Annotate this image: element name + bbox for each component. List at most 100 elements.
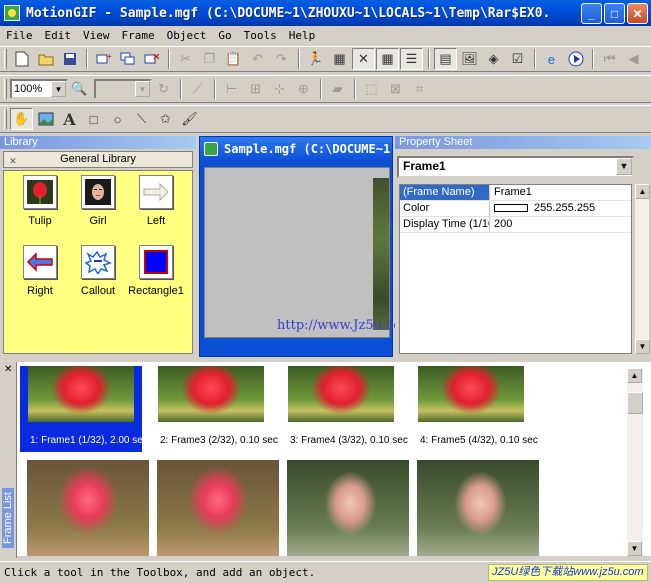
property-scrollbar[interactable]: ▲ ▼ (634, 184, 650, 354)
cut-icon[interactable]: ✂ (174, 48, 197, 70)
bring-front-icon[interactable]: ▰ (326, 78, 349, 100)
scroll-up-icon[interactable]: ▲ (635, 184, 650, 199)
frame-item[interactable] (410, 460, 539, 556)
brush-tool-icon[interactable]: 🖌 (178, 108, 201, 130)
align-middle-icon[interactable]: ⊹ (268, 78, 291, 100)
menu-file[interactable]: File (0, 29, 39, 42)
hand-tool-icon[interactable]: ✋ (10, 108, 33, 130)
frame-item[interactable]: 2: Frame3 (2/32), 0.10 sec (150, 366, 278, 452)
rotate-icon[interactable]: ↻ (152, 78, 175, 100)
property-sheet-icon[interactable]: ▤ (434, 48, 457, 70)
image-tool-icon[interactable] (34, 108, 57, 130)
menu-object[interactable]: Object (161, 29, 213, 42)
maximize-button[interactable]: □ (604, 3, 625, 24)
close-button[interactable]: ✕ (627, 3, 648, 24)
previous-frame-icon[interactable]: ◀ (622, 48, 645, 70)
group-icon[interactable]: ⬚ (360, 78, 383, 100)
menu-tools[interactable]: Tools (238, 29, 283, 42)
object-select-value: Frame1 (403, 159, 446, 173)
close-icon[interactable]: ✕ (8, 154, 18, 166)
color-swatch[interactable] (494, 204, 528, 213)
frame-item[interactable]: 3: Frame4 (3/32), 0.10 sec (280, 366, 408, 452)
frame-canvas-image[interactable] (373, 178, 389, 330)
frame-item[interactable] (20, 460, 149, 556)
app-icon[interactable] (4, 5, 20, 21)
property-row-display-time[interactable]: Display Time (1/10 200 (400, 217, 631, 233)
palette-icon[interactable]: ◈ (482, 48, 505, 70)
line-tool-icon[interactable]: ⟍ (130, 108, 153, 130)
toolbar-grip[interactable] (4, 109, 7, 129)
chevron-down-icon[interactable]: ▼ (135, 81, 150, 97)
library-item-girl[interactable]: Girl (70, 175, 126, 227)
arrange-icon[interactable]: ⌗ (408, 78, 431, 100)
copy-icon[interactable]: ❐ (198, 48, 221, 70)
ellipse-tool-icon[interactable]: ○ (106, 108, 129, 130)
object-select[interactable]: Frame1 ▼ (397, 156, 634, 178)
menu-go[interactable]: Go (212, 29, 237, 42)
frame-item[interactable] (280, 460, 409, 556)
browser-preview-icon[interactable]: e (540, 48, 563, 70)
rectangle-tool-icon[interactable]: □ (82, 108, 105, 130)
menu-view[interactable]: View (77, 29, 116, 42)
first-frame-icon[interactable]: ⏮ (598, 48, 621, 70)
zoom-select[interactable]: 100% ▼ (10, 79, 68, 99)
scroll-down-icon[interactable]: ▼ (627, 541, 642, 556)
general-library-tab[interactable]: ✕ General Library (3, 151, 193, 168)
close-icon[interactable]: ✕ (4, 364, 12, 375)
frame-item[interactable] (150, 460, 279, 556)
library-item-tulip[interactable]: Tulip (12, 175, 68, 227)
menu-edit[interactable]: Edit (39, 29, 78, 42)
duplicate-frame-icon[interactable] (116, 48, 139, 70)
menu-frame[interactable]: Frame (116, 29, 161, 42)
library-item-rectangle1[interactable]: Rectangle1 (128, 245, 184, 297)
library-item-right[interactable]: Right (12, 245, 68, 297)
open-folder-icon[interactable] (34, 48, 57, 70)
list-view-icon[interactable]: ☰ (400, 48, 423, 70)
font-select[interactable]: ▼ (94, 79, 152, 99)
frame-item[interactable]: 4: Frame5 (4/32), 0.10 sec (410, 366, 538, 452)
toolbar-grip[interactable] (4, 79, 7, 99)
property-row-color[interactable]: Color 255.255.255 (400, 201, 631, 217)
transform-icon[interactable]: ⟋ (186, 78, 209, 100)
ungroup-icon[interactable]: ⊠ (384, 78, 407, 100)
undo-icon[interactable]: ↶ (246, 48, 269, 70)
scroll-up-icon[interactable]: ▲ (627, 368, 642, 383)
frame-list-scrollbar[interactable]: ▲ ▼ (627, 368, 643, 556)
image-icon[interactable]: 🖼 (458, 48, 481, 70)
new-file-icon[interactable] (10, 48, 33, 70)
redo-icon[interactable]: ↷ (270, 48, 293, 70)
scroll-thumb[interactable] (627, 392, 643, 414)
chevron-down-icon[interactable]: ▼ (616, 158, 632, 175)
paste-icon[interactable]: 📋 (222, 48, 245, 70)
delete-frame-icon[interactable] (140, 48, 163, 70)
document-title-bar[interactable]: Sample.mgf (C:\DOCUME~1 (200, 137, 392, 161)
chevron-down-icon[interactable]: ▼ (51, 81, 66, 97)
minimize-button[interactable]: _ (581, 3, 602, 24)
text-tool-icon[interactable]: A (58, 108, 81, 130)
thumbnail-view-icon[interactable]: ▦ (376, 48, 399, 70)
menu-help[interactable]: Help (283, 29, 322, 42)
scroll-down-icon[interactable]: ▼ (635, 339, 650, 354)
play-icon[interactable] (564, 48, 587, 70)
align-target-icon[interactable]: ⊕ (292, 78, 315, 100)
grid-icon[interactable]: ▦ (328, 48, 351, 70)
align-left-icon[interactable]: ⊢ (220, 78, 243, 100)
tools-icon[interactable]: ✕ (352, 48, 375, 70)
run-animation-icon[interactable]: 🏃 (304, 48, 327, 70)
property-value[interactable]: Frame1 (490, 185, 532, 200)
canvas-area[interactable] (204, 167, 390, 338)
toolbar-grip[interactable] (4, 49, 7, 69)
library-item-callout[interactable]: Callout (70, 245, 126, 297)
frame-thumbnail (158, 366, 264, 422)
save-icon[interactable] (58, 48, 81, 70)
add-frame-icon[interactable]: + (92, 48, 115, 70)
align-center-icon[interactable]: ⊞ (244, 78, 267, 100)
checklist-icon[interactable]: ☑ (506, 48, 529, 70)
property-row-frame-name[interactable]: (Frame Name) Frame1 (400, 185, 631, 201)
property-value[interactable]: 200 (490, 217, 512, 232)
property-value-color[interactable]: 255.255.255 (490, 201, 595, 216)
library-item-left[interactable]: Left (128, 175, 184, 227)
magnifier-icon[interactable]: 🔍 (68, 78, 91, 100)
frame-item[interactable]: 1: Frame1 (1/32), 2.00 sec (20, 366, 148, 452)
star-tool-icon[interactable]: ✩ (154, 108, 177, 130)
